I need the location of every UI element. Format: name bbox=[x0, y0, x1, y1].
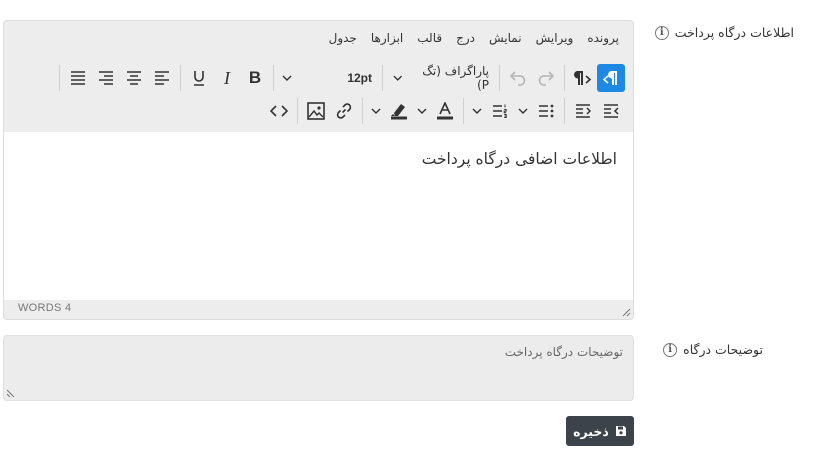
indent-icon[interactable] bbox=[569, 97, 597, 125]
info-icon[interactable]: i bbox=[654, 25, 669, 40]
gateway-description-label: توضیحات درگاه i bbox=[663, 342, 763, 357]
menu-view[interactable]: نمایش bbox=[489, 31, 522, 45]
align-justify-icon[interactable] bbox=[64, 64, 92, 92]
menu-edit[interactable]: ویرایش bbox=[536, 31, 574, 45]
toolbar-separator bbox=[499, 65, 500, 91]
toolbar-separator bbox=[382, 65, 383, 91]
menu-insert[interactable]: درج bbox=[456, 31, 475, 45]
resize-handle-icon[interactable] bbox=[622, 308, 631, 317]
toolbar-row-1: پاراگراف (تگ P) 12pt B I bbox=[55, 63, 625, 93]
field-label-text: توضیحات درگاه bbox=[683, 342, 763, 357]
save-icon bbox=[615, 426, 626, 436]
textarea-placeholder: توضیحات درگاه پرداخت bbox=[504, 345, 623, 359]
menu-tools[interactable]: ابزارها bbox=[371, 31, 403, 45]
editor-menubar: پرونده ویرایش نمایش درج قالب ابزارها جدو… bbox=[329, 31, 619, 45]
info-icon[interactable]: i bbox=[663, 342, 678, 357]
text-color-icon[interactable] bbox=[431, 97, 459, 125]
toolbar-separator bbox=[297, 98, 298, 124]
toolbar-separator bbox=[362, 98, 363, 124]
toolbar-separator bbox=[463, 98, 464, 124]
bullet-list-icon[interactable] bbox=[532, 97, 560, 125]
align-left-icon[interactable] bbox=[148, 64, 176, 92]
align-right-icon[interactable] bbox=[92, 64, 120, 92]
code-icon[interactable] bbox=[265, 97, 293, 125]
font-size-select[interactable]: 12pt bbox=[296, 64, 378, 92]
field-label-text: اطلاعات درگاه پرداخت bbox=[674, 25, 794, 40]
underline-icon[interactable] bbox=[185, 64, 213, 92]
chevron-down-icon[interactable] bbox=[367, 97, 385, 125]
chevron-down-icon[interactable] bbox=[468, 97, 486, 125]
editor-content-area[interactable]: اطلاعات اضافی درگاه پرداخت bbox=[4, 132, 633, 301]
format-select-value: پاراگراف (تگ P) bbox=[422, 64, 489, 92]
toolbar-separator bbox=[59, 65, 60, 91]
toolbar-row-2 bbox=[265, 96, 625, 126]
align-center-icon[interactable] bbox=[120, 64, 148, 92]
toolbar-separator bbox=[564, 98, 565, 124]
ltr-paragraph-icon[interactable] bbox=[597, 64, 625, 92]
word-count: WORDS 4 bbox=[18, 302, 72, 314]
editor-content-text[interactable]: اطلاعات اضافی درگاه پرداخت bbox=[422, 150, 617, 168]
menu-file[interactable]: پرونده bbox=[587, 31, 619, 45]
chevron-down-icon[interactable] bbox=[278, 64, 296, 92]
menu-table[interactable]: جدول bbox=[329, 31, 357, 45]
redo-icon[interactable] bbox=[532, 64, 560, 92]
italic-icon[interactable]: I bbox=[213, 64, 241, 92]
menu-format[interactable]: قالب bbox=[417, 31, 442, 45]
save-button[interactable]: ذخیره bbox=[566, 416, 634, 446]
rtl-paragraph-icon[interactable] bbox=[569, 64, 597, 92]
image-icon[interactable] bbox=[302, 97, 330, 125]
rich-text-editor: پرونده ویرایش نمایش درج قالب ابزارها جدو… bbox=[3, 20, 634, 320]
chevron-down-icon[interactable] bbox=[514, 97, 532, 125]
save-button-label: ذخیره bbox=[573, 423, 609, 439]
toolbar-separator bbox=[180, 65, 181, 91]
outdent-icon[interactable] bbox=[597, 97, 625, 125]
editor-statusbar: WORDS 4 bbox=[4, 300, 633, 319]
gateway-info-label: اطلاعات درگاه پرداخت i bbox=[654, 25, 794, 40]
gateway-description-textarea[interactable]: توضیحات درگاه پرداخت bbox=[3, 335, 634, 401]
numbered-list-icon[interactable] bbox=[486, 97, 514, 125]
bold-icon[interactable]: B bbox=[241, 64, 269, 92]
link-icon[interactable] bbox=[330, 97, 358, 125]
toolbar-separator bbox=[273, 65, 274, 91]
chevron-down-icon bbox=[393, 75, 403, 81]
undo-icon[interactable] bbox=[504, 64, 532, 92]
highlight-icon[interactable] bbox=[385, 97, 413, 125]
chevron-down-icon[interactable] bbox=[413, 97, 431, 125]
format-select[interactable]: پاراگراف (تگ P) bbox=[387, 64, 495, 92]
toolbar-separator bbox=[564, 65, 565, 91]
resize-handle-icon[interactable] bbox=[6, 389, 15, 398]
font-size-value: 12pt bbox=[347, 71, 372, 85]
